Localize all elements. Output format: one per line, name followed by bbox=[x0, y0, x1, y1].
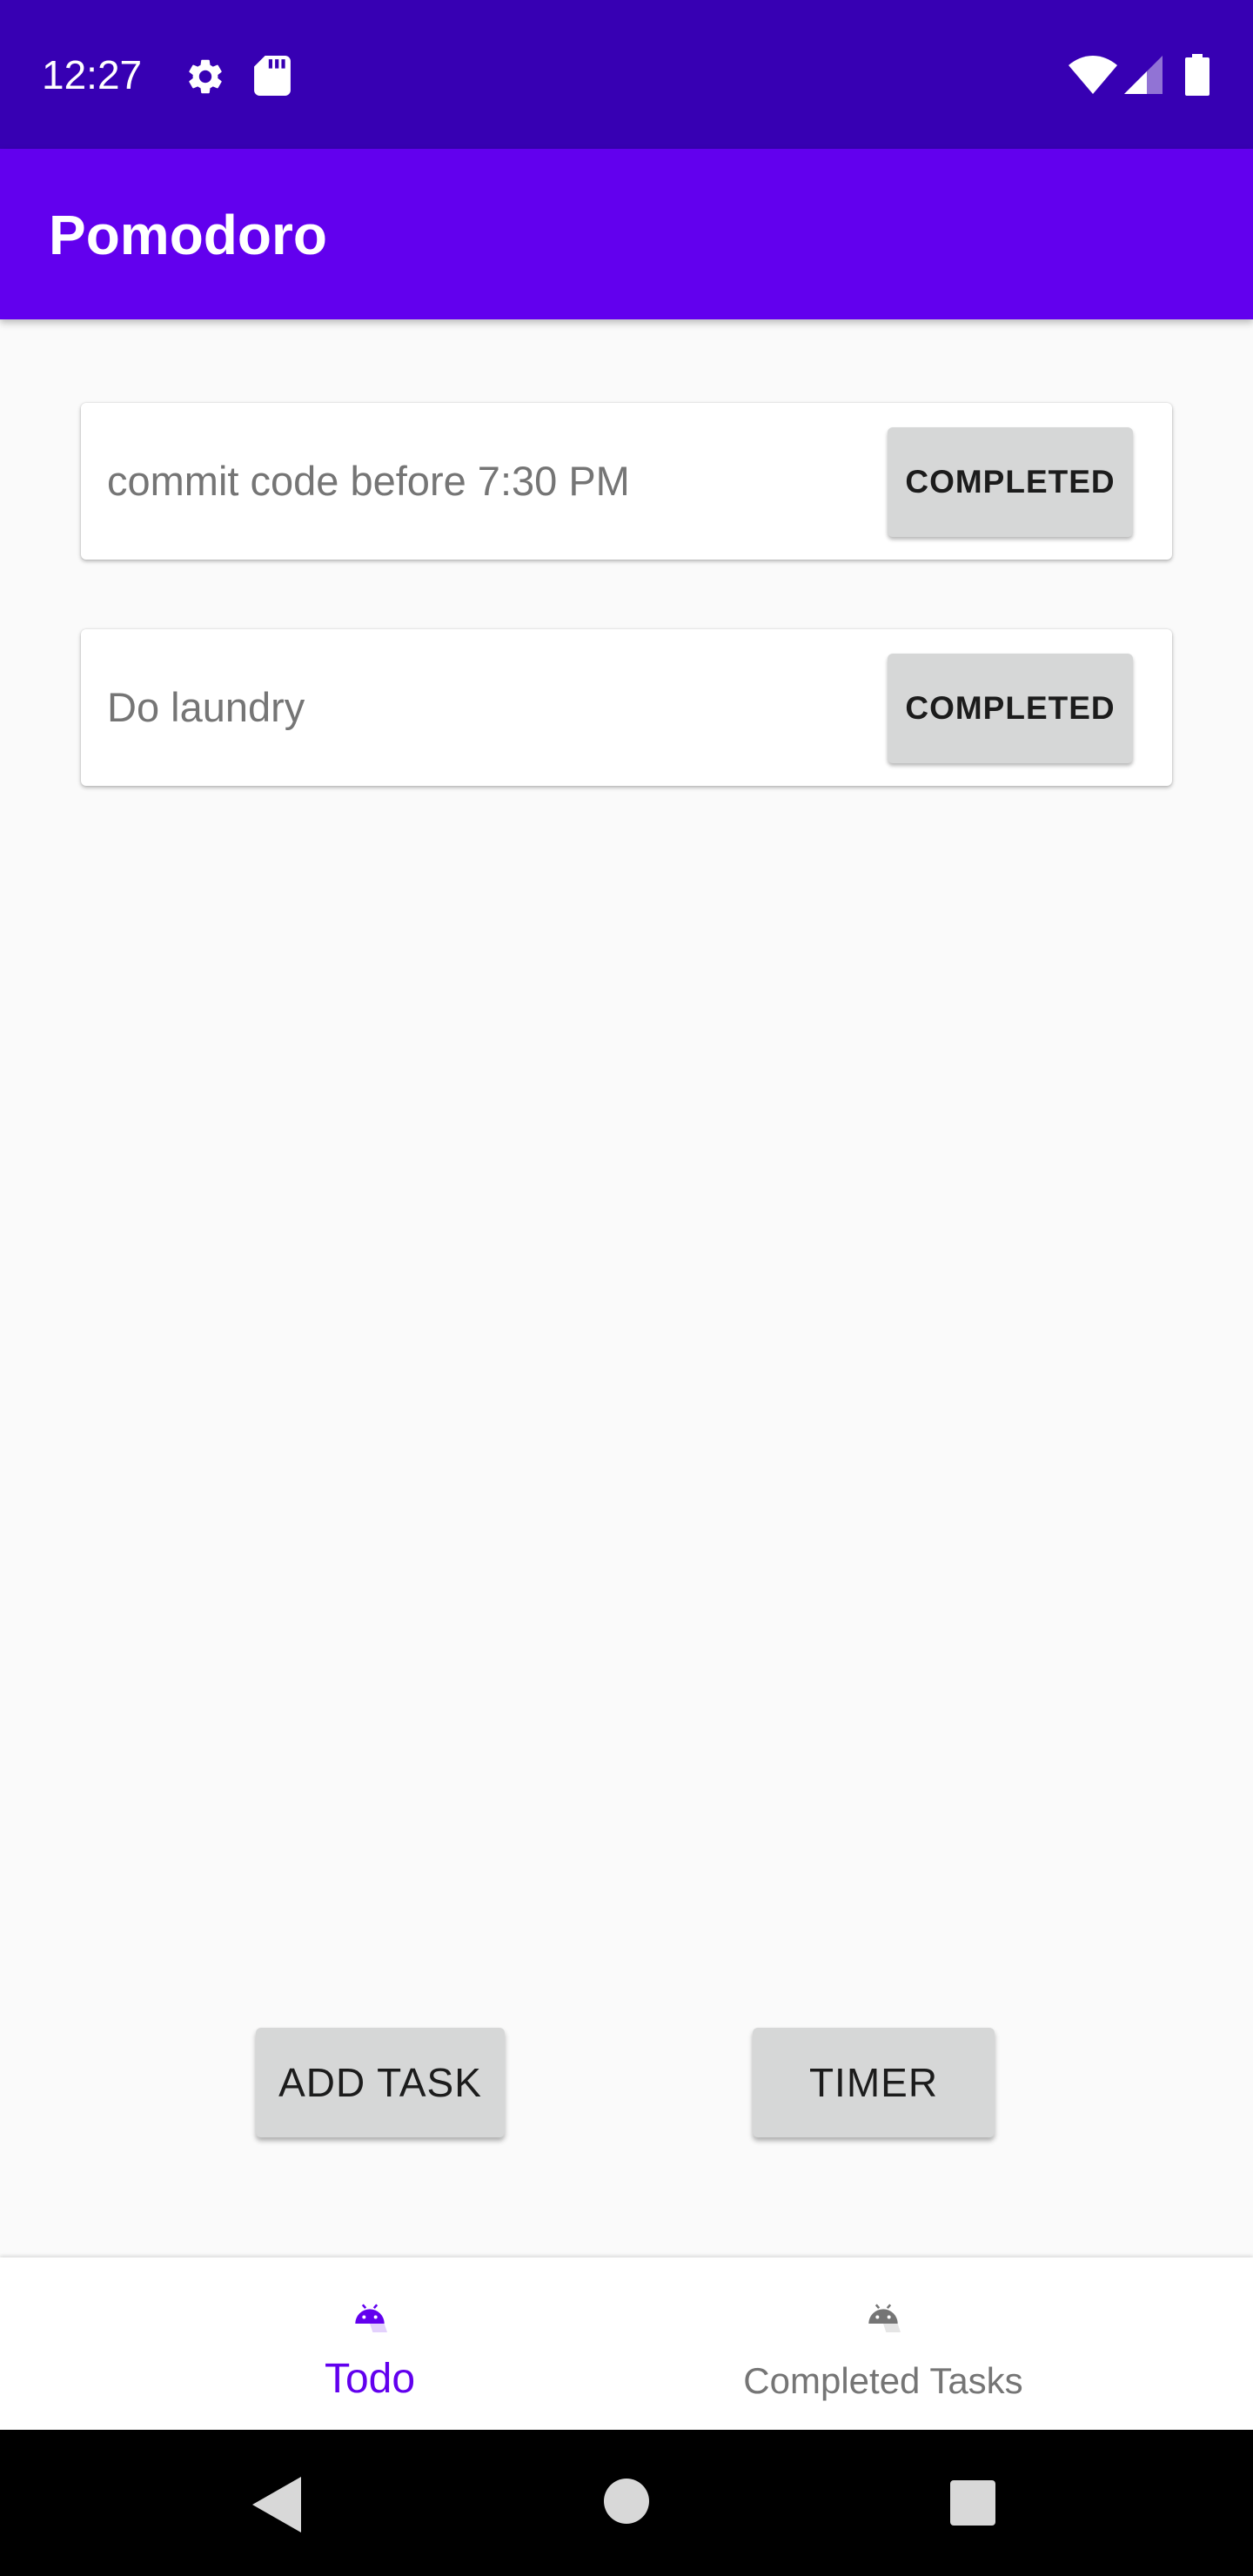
wifi-icon bbox=[1069, 56, 1117, 94]
home-icon[interactable] bbox=[604, 2479, 649, 2524]
task-card: Do laundry COMPLETED bbox=[81, 629, 1172, 786]
task-text: commit code before 7:30 PM bbox=[107, 458, 630, 504]
completed-button[interactable]: COMPLETED bbox=[888, 654, 1133, 763]
sd-card-icon bbox=[254, 56, 291, 96]
screen: 12:27 Pomodoro commit code before 7:30 P… bbox=[0, 0, 1253, 2576]
nav-label-completed-tasks: Completed Tasks bbox=[743, 2360, 1023, 2401]
cell-signal-icon bbox=[1124, 56, 1163, 94]
android-icon bbox=[355, 2304, 387, 2332]
nav-label-todo: Todo bbox=[324, 2356, 416, 2402]
nav-item-completed-tasks[interactable]: Completed Tasks bbox=[696, 2257, 1070, 2430]
battery-icon bbox=[1185, 54, 1209, 96]
completed-button[interactable]: COMPLETED bbox=[888, 427, 1133, 537]
app-bar: Pomodoro bbox=[0, 149, 1253, 319]
status-time: 12:27 bbox=[42, 52, 143, 97]
settings-gear-icon bbox=[189, 59, 222, 94]
task-card: commit code before 7:30 PM COMPLETED bbox=[81, 403, 1172, 560]
system-navigation-bar bbox=[0, 2430, 1253, 2576]
android-icon bbox=[868, 2304, 901, 2332]
back-icon[interactable] bbox=[252, 2477, 301, 2532]
add-task-button[interactable]: ADD TASK bbox=[256, 2028, 505, 2137]
status-bar: 12:27 bbox=[0, 0, 1253, 149]
nav-item-todo[interactable]: Todo bbox=[183, 2257, 557, 2430]
timer-button[interactable]: TIMER bbox=[753, 2028, 995, 2137]
app-title: Pomodoro bbox=[49, 204, 327, 266]
recents-icon[interactable] bbox=[950, 2480, 995, 2526]
task-text: Do laundry bbox=[107, 684, 305, 730]
bottom-navigation: Todo Completed Tasks bbox=[0, 2257, 1253, 2430]
